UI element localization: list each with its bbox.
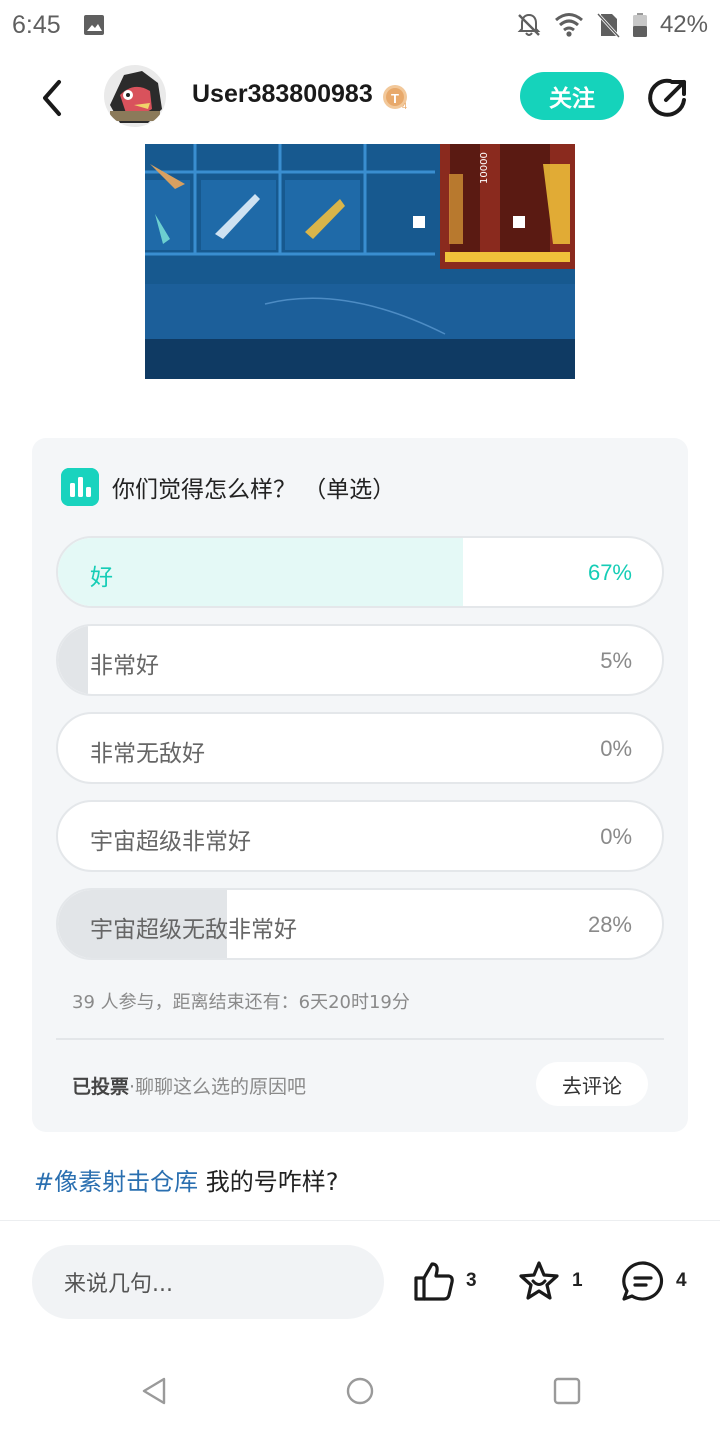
- battery-percent: 42%: [659, 11, 708, 38]
- nav-recents-icon[interactable]: [552, 1376, 582, 1406]
- poll-option-5[interactable]: 宇宙超级无敌非常好 28%: [56, 888, 664, 960]
- thumbs-up-icon: [414, 1262, 454, 1301]
- system-nav-bar: [0, 1340, 720, 1440]
- poll-option-percent: 67%: [587, 560, 632, 585]
- poll-participants: 39 人参与，距离结束还有：6天20时19分: [72, 992, 410, 1013]
- like-button[interactable]: 3: [412, 1259, 477, 1303]
- voted-label: 已投票: [72, 1076, 130, 1098]
- favorite-count: 1: [572, 1270, 583, 1291]
- no-sim-icon: [596, 12, 620, 38]
- battery-icon: [632, 13, 647, 37]
- post-body: 我的号咋样?: [198, 1168, 339, 1196]
- nav-home-icon[interactable]: [345, 1376, 375, 1406]
- poll-option-label: 好: [90, 565, 113, 591]
- nav-back-icon[interactable]: [140, 1376, 170, 1406]
- poll-option-label: 非常无敌好: [90, 741, 205, 767]
- level-badge-icon: T 4: [383, 85, 407, 111]
- voted-status: 已投票·聊聊这么选的原因吧: [72, 1072, 306, 1099]
- image-icon: [83, 15, 104, 35]
- poll-option-1[interactable]: 好 67%: [56, 536, 664, 608]
- post-text: #像素射击仓库 我的号咋样?: [34, 1162, 338, 1197]
- wifi-icon: [554, 13, 583, 37]
- poll-option-label: 宇宙超级无敌非常好: [90, 917, 297, 943]
- topic-tag[interactable]: #像素射击仓库: [34, 1168, 198, 1196]
- poll-option-percent: 0%: [600, 824, 632, 849]
- poll-option-3[interactable]: 非常无敌好 0%: [56, 712, 664, 784]
- status-bar: 6:45 42%: [0, 0, 720, 50]
- status-time: 6:45: [12, 10, 61, 39]
- back-button[interactable]: [32, 74, 72, 122]
- star-icon: [519, 1261, 559, 1300]
- divider: [56, 1038, 664, 1040]
- poll-fill-1: [58, 538, 463, 606]
- svg-text:4: 4: [402, 101, 407, 111]
- poll-fill-2: [58, 626, 89, 694]
- comment-count: 4: [676, 1270, 687, 1291]
- poll-chart-icon: [61, 468, 99, 506]
- username[interactable]: User383800983: [192, 80, 373, 109]
- poll-card: 你们觉得怎么样？ （单选） 好 67% 非常好 5% 非常无敌好 0% 宇宙超级…: [32, 438, 688, 1132]
- share-button[interactable]: [644, 74, 692, 122]
- favorite-button[interactable]: 1: [516, 1259, 583, 1303]
- poll-option-label: 宇宙超级非常好: [90, 829, 251, 855]
- poll-option-label: 非常好: [90, 653, 159, 679]
- avatar[interactable]: [104, 65, 166, 127]
- poll-question: 你们觉得怎么样？ （单选）: [112, 477, 396, 503]
- poll-option-percent: 0%: [600, 736, 632, 761]
- post-header: User383800983 T 4 关注: [0, 60, 720, 136]
- follow-button[interactable]: 关注: [520, 72, 624, 120]
- go-comment-button[interactable]: 去评论: [536, 1062, 648, 1106]
- poll-option-2[interactable]: 非常好 5%: [56, 624, 664, 696]
- svg-text:10000: 10000: [479, 152, 490, 184]
- post-image[interactable]: 10000: [145, 144, 575, 379]
- poll-option-4[interactable]: 宇宙超级非常好 0%: [56, 800, 664, 872]
- svg-text:T: T: [391, 91, 399, 106]
- bell-off-icon: [517, 13, 541, 36]
- comment-bubble-icon: [622, 1261, 664, 1301]
- bottom-bar: 来说几句... 3 1 4: [0, 1220, 720, 1340]
- poll-option-percent: 5%: [600, 648, 632, 673]
- back-icon: [43, 80, 61, 116]
- share-icon: [648, 78, 686, 117]
- comment-input[interactable]: 来说几句...: [32, 1245, 384, 1319]
- like-count: 3: [466, 1270, 477, 1291]
- comment-button[interactable]: 4: [620, 1259, 687, 1303]
- poll-option-percent: 28%: [587, 912, 632, 937]
- voted-hint: ·聊聊这么选的原因吧: [129, 1076, 307, 1098]
